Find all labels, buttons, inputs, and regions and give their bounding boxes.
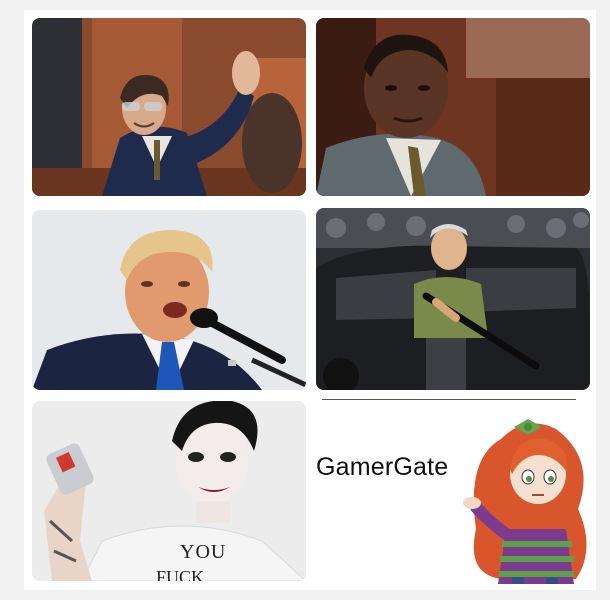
cartoon-girl-illustration [463,419,587,584]
photo-podium-speaker [32,210,306,390]
photo-courtroom-wave [32,18,306,196]
podium-speaker-illustration [32,210,306,390]
photo-street-night [316,208,590,390]
photo-courtroom-portrait [316,18,590,196]
street-night-illustration [316,208,590,390]
photo-collage: YOU FUCK GamerGate [24,10,596,590]
shirt-lettering-bottom: FUCK [156,567,205,581]
courtroom-wave-illustration [32,18,306,196]
rocker-soda-can-illustration [32,401,306,581]
gamergate-cartoon: GamerGate [316,399,590,584]
photo-rocker-soda-can: YOU FUCK [32,401,306,581]
courtroom-portrait-illustration [316,18,590,196]
shirt-lettering-top: YOU [180,541,227,563]
